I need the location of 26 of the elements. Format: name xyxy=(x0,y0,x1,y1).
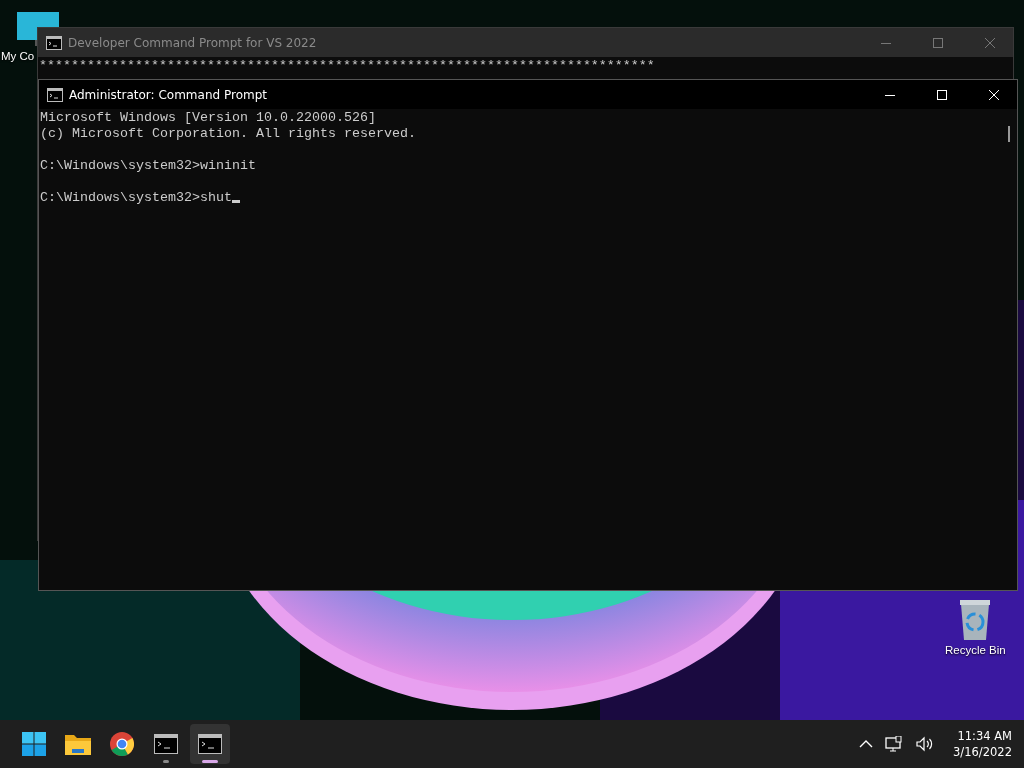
recycle-bin-icon xyxy=(958,598,993,640)
clock-time: 11:34 AM xyxy=(957,728,1012,744)
taskbar-button[interactable] xyxy=(190,724,230,764)
maximize-icon xyxy=(937,89,947,100)
browser-icon xyxy=(110,732,134,756)
windows-logo-icon xyxy=(22,732,46,756)
terminal-icon xyxy=(46,35,62,50)
desktop-icon-label[interactable]: Recycle Bin xyxy=(945,644,1006,656)
terminal-icon xyxy=(154,734,178,754)
console-line: ***************************************************************************** xyxy=(39,58,655,74)
window-title: Administrator: Command Prompt xyxy=(69,87,268,102)
terminal-icon xyxy=(198,734,222,754)
console-line: (c) Microsoft Corporation. All rights reserved. xyxy=(40,126,416,142)
folder-icon xyxy=(65,733,91,755)
clock[interactable]: 11:34 AM 3/16/2022 xyxy=(953,728,1012,760)
terminal-icon xyxy=(47,87,63,102)
close-icon xyxy=(989,89,999,100)
console-line: Microsoft Windows [Version 10.0.22000.526] xyxy=(40,110,376,126)
clock-date: 3/16/2022 xyxy=(953,744,1012,760)
desktop-icon-label[interactable]: My Co xyxy=(1,50,35,62)
close-icon xyxy=(985,37,995,48)
console-line: C:\Windows\system32>shut xyxy=(40,190,240,206)
console-line: C:\Windows\system32>wininit xyxy=(40,158,256,174)
window-title: Developer Command Prompt for VS 2022 xyxy=(68,35,318,50)
scrollbar-thumb[interactable] xyxy=(1007,126,1010,142)
maximize-icon xyxy=(933,37,943,48)
